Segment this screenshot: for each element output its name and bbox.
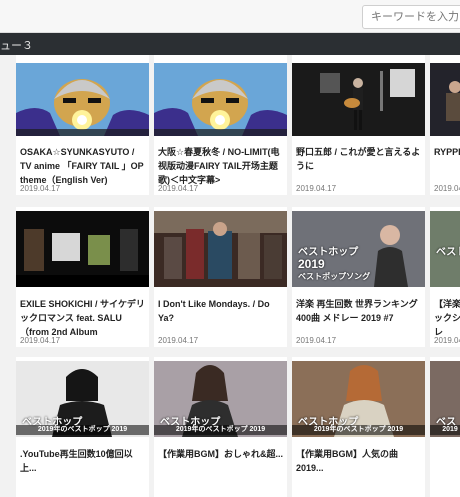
video-title: OSAKA☆SYUNKASYUTO / TV anime 「FAIRY TAIL… [20, 147, 144, 185]
portrait-thumbnail-icon: ベス 2019 [430, 361, 460, 437]
video-title: 大阪☆春夏秋冬 / NO-LIMIT(电视版动漫FAIRY TAIL开场主题歌)… [158, 147, 280, 185]
video-thumbnail-icon [16, 211, 149, 287]
overlay-strip: 2019年のベストポップ 2019 [16, 425, 149, 435]
video-card[interactable]: ベス 2019 [430, 357, 460, 497]
band-thumbnail-icon [430, 63, 460, 136]
search-input[interactable] [362, 5, 460, 29]
video-card[interactable]: ベストホップ 2019年のベストポップ 2019 【作業用BGM】おしゃれ&超.… [154, 357, 287, 497]
overlay-strip: 2019年のベストポップ 2019 [154, 425, 287, 435]
video-title: 洋楽 再生回数 世界ランキング 400曲 メドレー 2019 #7 [296, 299, 418, 323]
video-card[interactable]: 野口五郎 / これが愛と言えるように 2019.04.17 [292, 55, 425, 195]
video-date: 2019.04.17 [434, 184, 460, 193]
video-grid: OSAKA☆SYUNKASYUTO / TV anime 「FAIRY TAIL… [0, 55, 460, 497]
video-date: 2019.04.17 [434, 336, 460, 345]
street-scene-icon [154, 211, 287, 287]
video-card[interactable]: ベストホップ 2019 ベストポップソング 洋楽 再生回数 世界ランキング 40… [292, 207, 425, 347]
playlist-thumbnail-icon: ベストホップ 2019 ベストポップソング [292, 211, 425, 287]
anime-thumbnail-icon [16, 63, 149, 136]
overlay-strip: 2019年のベストポップ 2019 [292, 425, 425, 435]
guitar-performance-icon [292, 63, 425, 136]
video-date: 2019.04.17 [20, 336, 61, 345]
nav-bar: ュー３ [0, 33, 460, 55]
overlay-year: 2019 [298, 257, 325, 271]
portrait-thumbnail-icon: ベストホップ 2019年のベストポップ 2019 [16, 361, 149, 437]
video-title: .YouTube再生回数10億回以上... [20, 449, 133, 473]
video-card[interactable]: EXILE SHOKICHI / サイケデリックロマンス feat. SALU（… [16, 207, 149, 347]
video-title: 【作業用BGM】おしゃれ&超... [158, 449, 283, 459]
overlay-text: ベスト [436, 247, 460, 258]
portrait-thumbnail-icon: ベストホップ 2019年のベストポップ 2019 [154, 361, 287, 437]
nav-label[interactable]: ュー３ [0, 37, 33, 53]
video-card[interactable]: RYPPHVersio 2019.04.17 [430, 55, 460, 195]
overlay-text: ベストホップ [298, 247, 359, 258]
header [0, 0, 460, 33]
video-date: 2019.04.17 [20, 184, 61, 193]
video-title: EXILE SHOKICHI / サイケデリックロマンス feat. SALU（… [20, 299, 145, 337]
video-date: 2019.04.17 [158, 184, 199, 193]
overlay-subtitle: ベストポップソング [298, 272, 371, 281]
video-title: 【洋楽ラックシャレ [434, 299, 460, 337]
video-card[interactable]: ベストホップ 2019年のベストポップ 2019 【作業用BGM】人気の曲 20… [292, 357, 425, 497]
video-card[interactable]: OSAKA☆SYUNKASYUTO / TV anime 「FAIRY TAIL… [16, 55, 149, 195]
video-title: 野口五郎 / これが愛と言えるように [296, 147, 421, 171]
video-date: 2019.04.17 [296, 336, 337, 345]
playlist-thumbnail-icon: ベスト [430, 211, 460, 287]
anime-thumbnail-icon [154, 63, 287, 136]
overlay-strip: 2019 [430, 425, 460, 435]
video-title: I Don't Like Mondays. / Do Ya? [158, 299, 270, 323]
video-card[interactable]: ベスト 【洋楽ラックシャレ 2019.04.17 [430, 207, 460, 347]
portrait-thumbnail-icon: ベストホップ 2019年のベストポップ 2019 [292, 361, 425, 437]
video-title: 【作業用BGM】人気の曲 2019... [296, 449, 398, 473]
video-title: RYPPHVersio [434, 147, 460, 157]
video-date: 2019.04.17 [158, 336, 199, 345]
video-date: 2019.04.17 [296, 184, 337, 193]
video-card[interactable]: I Don't Like Mondays. / Do Ya? 2019.04.1… [154, 207, 287, 347]
video-card[interactable]: 大阪☆春夏秋冬 / NO-LIMIT(电视版动漫FAIRY TAIL开场主题歌)… [154, 55, 287, 195]
video-card[interactable]: ベストホップ 2019年のベストポップ 2019 .YouTube再生回数10億… [16, 357, 149, 497]
